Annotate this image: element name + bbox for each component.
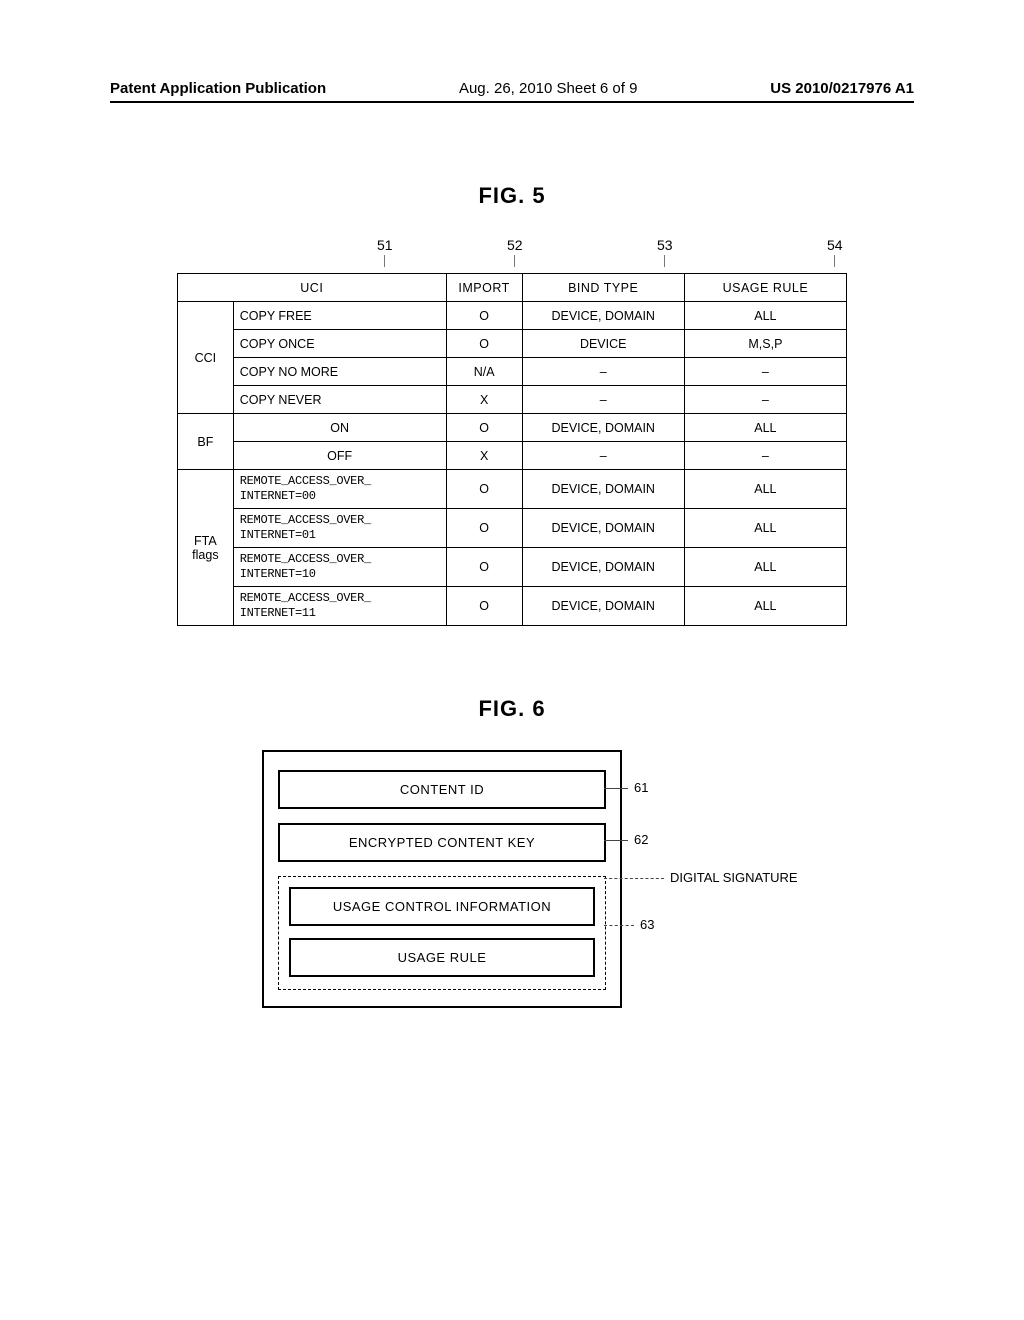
cell-bind: – xyxy=(522,386,684,414)
cell-usage: ALL xyxy=(684,470,846,509)
callout-53-text: 53 xyxy=(657,237,673,253)
cell-bind: DEVICE, DOMAIN xyxy=(522,470,684,509)
cell-usage: ALL xyxy=(684,509,846,548)
box-content-id: CONTENT ID xyxy=(278,770,606,809)
lead-sig xyxy=(604,878,664,879)
cell-val: OFF xyxy=(233,442,446,470)
header-left: Patent Application Publication xyxy=(110,80,326,97)
figure-6-title: FIG. 6 xyxy=(110,696,914,722)
table-row: CCI COPY FREE O DEVICE, DOMAIN ALL xyxy=(178,302,847,330)
cat-fta: FTA flags xyxy=(178,470,234,626)
box-usage-control: USAGE CONTROL INFORMATION xyxy=(289,887,595,926)
cell-import: X xyxy=(446,442,522,470)
cell-import: N/A xyxy=(446,358,522,386)
label-digital-signature: DIGITAL SIGNATURE xyxy=(670,870,798,885)
table-row: REMOTE_ACCESS_OVER_INTERNET=11 O DEVICE,… xyxy=(178,587,847,626)
table-row: OFF X – – xyxy=(178,442,847,470)
box-usage-rule-text: USAGE RULE xyxy=(398,950,487,965)
lead-61 xyxy=(604,788,628,789)
label-63: 63 xyxy=(640,917,654,932)
table-row: REMOTE_ACCESS_OVER_INTERNET=01 O DEVICE,… xyxy=(178,509,847,548)
cell-val: REMOTE_ACCESS_OVER_INTERNET=11 xyxy=(233,587,446,626)
fig6-outer-box: CONTENT ID ENCRYPTED CONTENT KEY USAGE C… xyxy=(262,750,622,1008)
th-import: IMPORT xyxy=(446,274,522,302)
cell-val: COPY NEVER xyxy=(233,386,446,414)
callout-54: 54 xyxy=(827,237,843,267)
cell-val: ON xyxy=(233,414,446,442)
header-right: US 2010/0217976 A1 xyxy=(770,80,914,97)
label-61: 61 xyxy=(634,780,648,795)
cell-import: O xyxy=(446,548,522,587)
cell-import: O xyxy=(446,470,522,509)
cell-bind: – xyxy=(522,358,684,386)
cell-val: COPY FREE xyxy=(233,302,446,330)
th-uci: UCI xyxy=(178,274,447,302)
figure-5-title: FIG. 5 xyxy=(110,183,914,209)
fig5-table: UCI IMPORT BIND TYPE USAGE RULE CCI COPY… xyxy=(177,273,847,626)
box-usage-rule: USAGE RULE xyxy=(289,938,595,977)
th-usage: USAGE RULE xyxy=(684,274,846,302)
cell-usage: M,S,P xyxy=(684,330,846,358)
cell-usage: – xyxy=(684,442,846,470)
th-bind: BIND TYPE xyxy=(522,274,684,302)
cell-bind: – xyxy=(522,442,684,470)
cell-val: COPY ONCE xyxy=(233,330,446,358)
table-row: COPY NO MORE N/A – – xyxy=(178,358,847,386)
callout-52: 52 xyxy=(507,237,523,267)
page-header: Patent Application Publication Aug. 26, … xyxy=(110,80,914,103)
callout-51: 51 xyxy=(377,237,393,267)
fig5-callouts: 51 52 53 54 xyxy=(177,237,847,273)
cell-val: REMOTE_ACCESS_OVER_INTERNET=01 xyxy=(233,509,446,548)
cell-usage: ALL xyxy=(684,302,846,330)
callout-53: 53 xyxy=(657,237,673,267)
cell-import: O xyxy=(446,414,522,442)
cell-bind: DEVICE, DOMAIN xyxy=(522,587,684,626)
table-row: COPY NEVER X – – xyxy=(178,386,847,414)
table-row: REMOTE_ACCESS_OVER_INTERNET=10 O DEVICE,… xyxy=(178,548,847,587)
cell-import: O xyxy=(446,509,522,548)
cat-bf: BF xyxy=(178,414,234,470)
cell-bind: DEVICE, DOMAIN xyxy=(522,414,684,442)
cell-import: O xyxy=(446,330,522,358)
box-content-id-text: CONTENT ID xyxy=(400,782,484,797)
box-encrypted-key: ENCRYPTED CONTENT KEY xyxy=(278,823,606,862)
cat-cci: CCI xyxy=(178,302,234,414)
lead-62 xyxy=(604,840,628,841)
cell-bind: DEVICE, DOMAIN xyxy=(522,302,684,330)
cell-import: O xyxy=(446,587,522,626)
cell-val: REMOTE_ACCESS_OVER_INTERNET=10 xyxy=(233,548,446,587)
table-row: FTA flags REMOTE_ACCESS_OVER_INTERNET=00… xyxy=(178,470,847,509)
dashed-group: USAGE CONTROL INFORMATION USAGE RULE xyxy=(278,876,606,990)
cell-usage: ALL xyxy=(684,414,846,442)
figure-6: CONTENT ID ENCRYPTED CONTENT KEY USAGE C… xyxy=(242,750,782,1008)
cell-usage: ALL xyxy=(684,587,846,626)
label-62: 62 xyxy=(634,832,648,847)
cell-bind: DEVICE xyxy=(522,330,684,358)
cell-usage: – xyxy=(684,358,846,386)
cell-val: REMOTE_ACCESS_OVER_INTERNET=00 xyxy=(233,470,446,509)
callout-54-text: 54 xyxy=(827,237,843,253)
cell-val: COPY NO MORE xyxy=(233,358,446,386)
cell-bind: DEVICE, DOMAIN xyxy=(522,548,684,587)
table-row: BF ON O DEVICE, DOMAIN ALL xyxy=(178,414,847,442)
cell-usage: – xyxy=(684,386,846,414)
header-middle: Aug. 26, 2010 Sheet 6 of 9 xyxy=(459,80,637,97)
cell-import: X xyxy=(446,386,522,414)
cell-bind: DEVICE, DOMAIN xyxy=(522,509,684,548)
callout-51-text: 51 xyxy=(377,237,393,253)
figure-5: 51 52 53 54 UCI IMPORT BIND TYPE xyxy=(177,237,847,626)
box-encrypted-key-text: ENCRYPTED CONTENT KEY xyxy=(349,835,535,850)
lead-63 xyxy=(604,925,634,926)
table-header-row: UCI IMPORT BIND TYPE USAGE RULE xyxy=(178,274,847,302)
cell-usage: ALL xyxy=(684,548,846,587)
cell-import: O xyxy=(446,302,522,330)
box-usage-control-text: USAGE CONTROL INFORMATION xyxy=(333,899,551,914)
table-row: COPY ONCE O DEVICE M,S,P xyxy=(178,330,847,358)
callout-52-text: 52 xyxy=(507,237,523,253)
